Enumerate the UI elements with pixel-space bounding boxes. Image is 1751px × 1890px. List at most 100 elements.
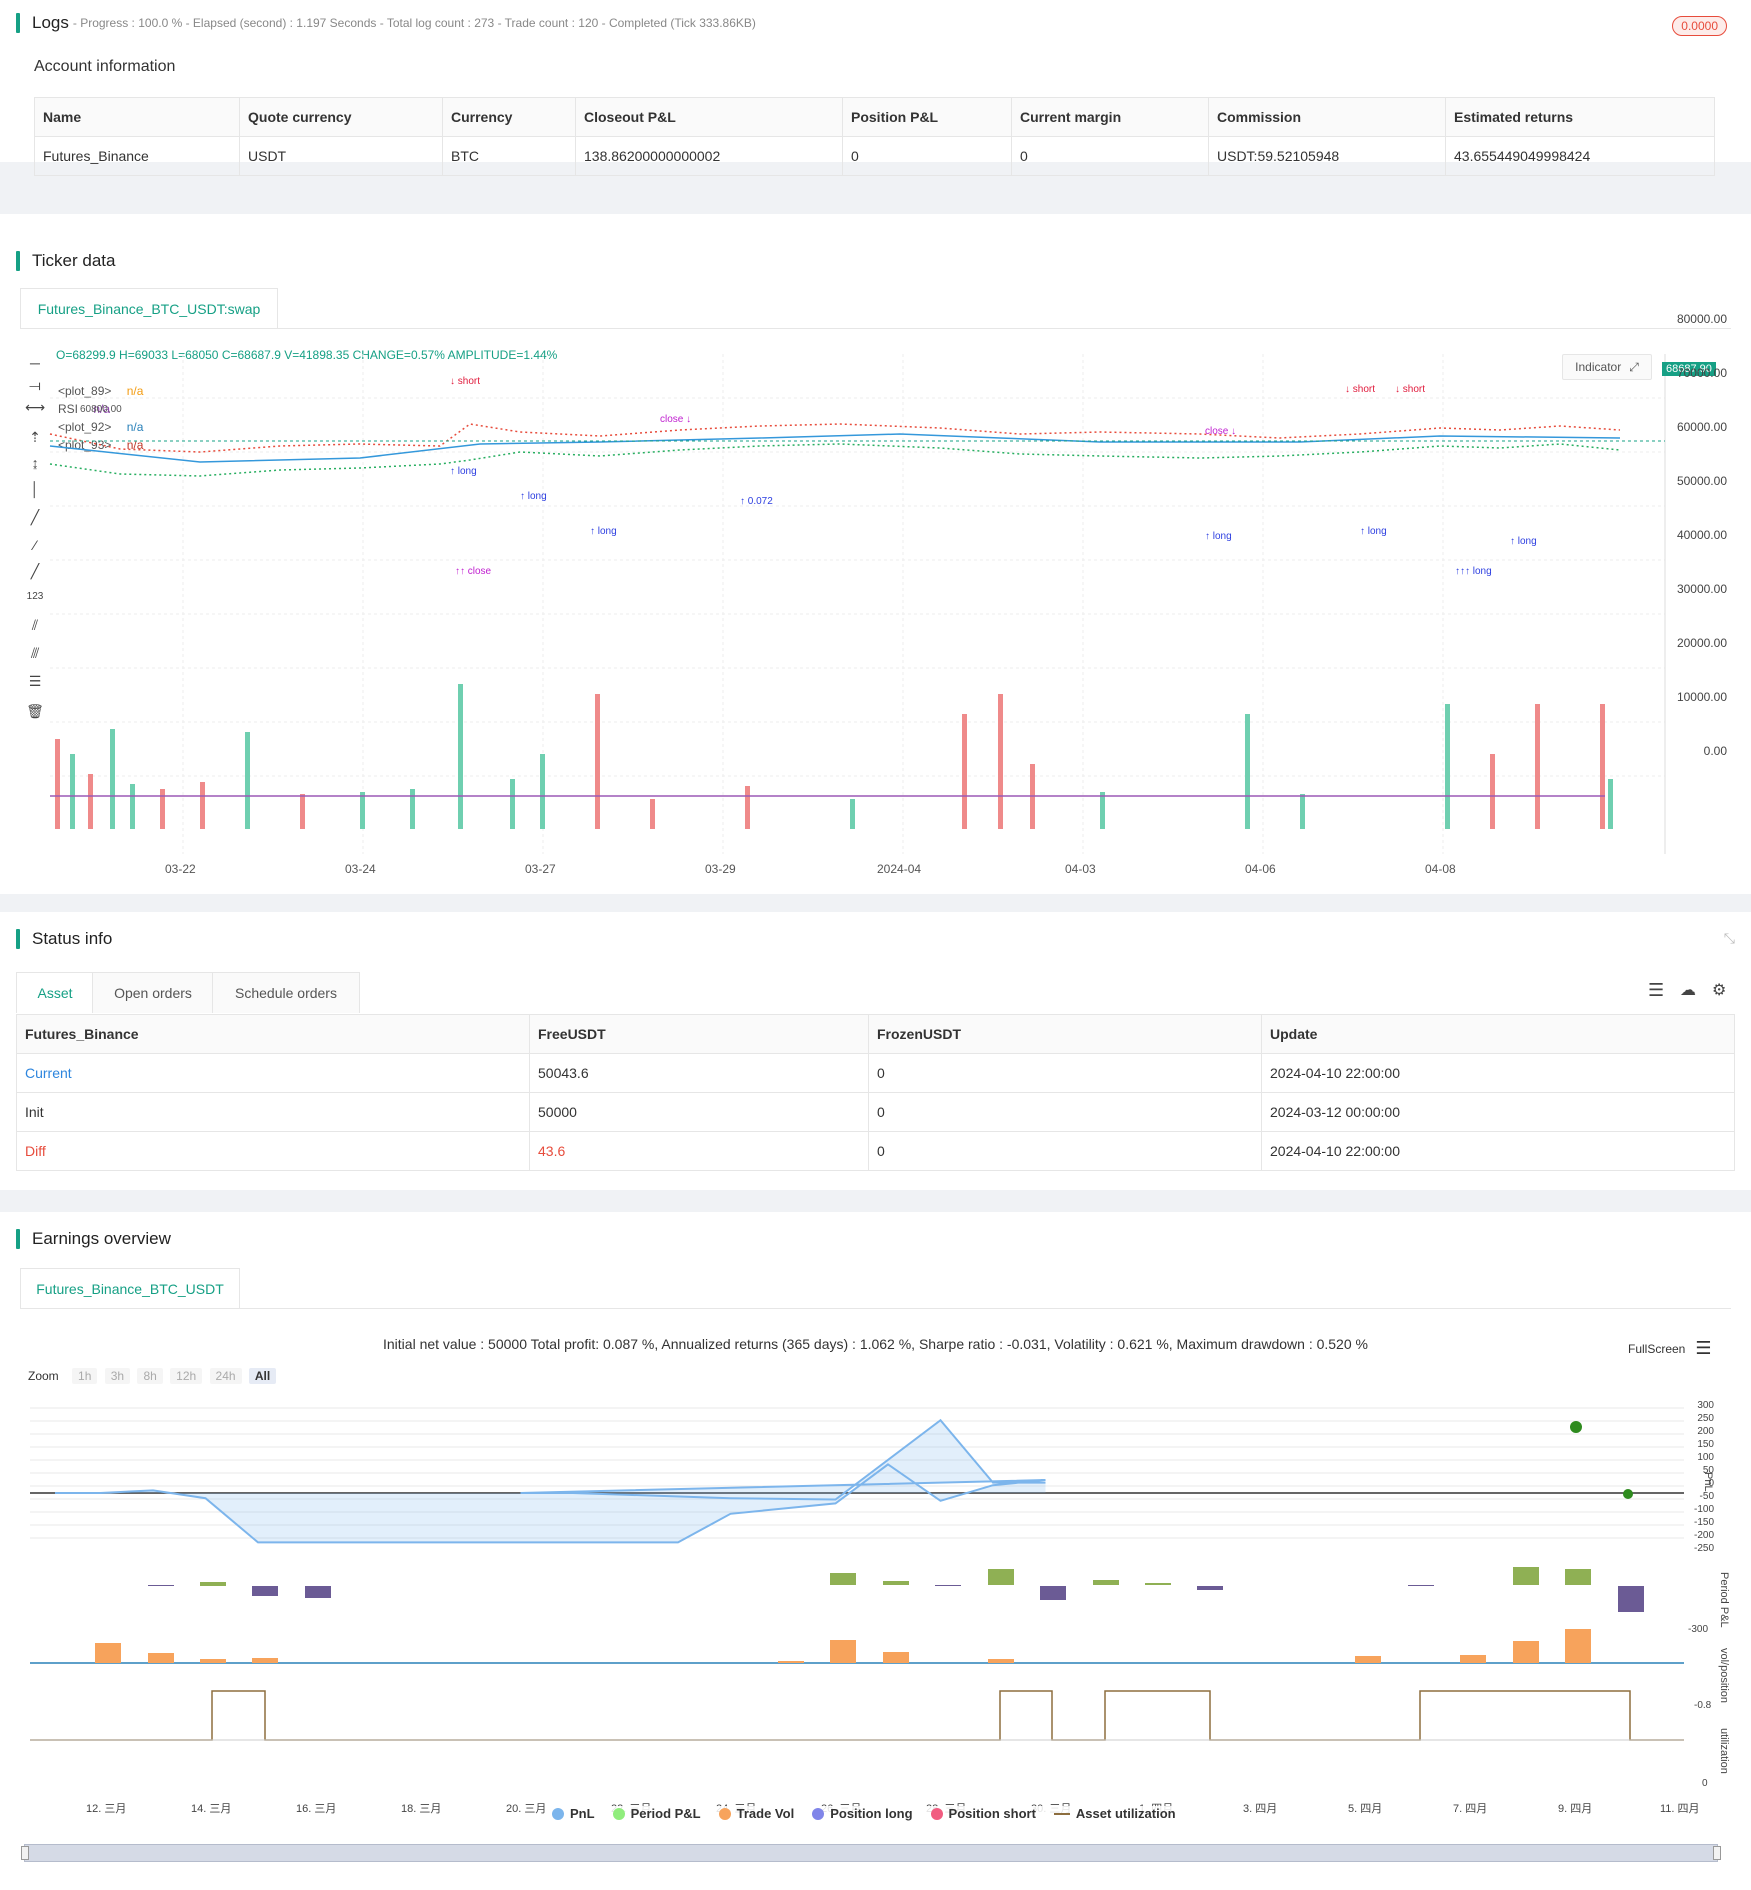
svg-text:close ↓: close ↓ bbox=[1205, 426, 1236, 437]
legend-item-trade-vol[interactable]: Trade Vol bbox=[718, 1806, 795, 1821]
section-accent-bar bbox=[16, 13, 20, 33]
time-tick: 16. 三月 bbox=[296, 1803, 337, 1815]
account-cell: Futures_Binance bbox=[34, 136, 240, 176]
price-axis-tick: 50000.00 bbox=[1676, 474, 1727, 488]
svg-text:↑ long: ↑ long bbox=[1205, 531, 1232, 542]
zoom-8h-button[interactable]: 8h bbox=[137, 1368, 163, 1384]
tab-open-orders[interactable]: Open orders bbox=[92, 972, 214, 1013]
asset-cell: 0 bbox=[868, 1131, 1262, 1171]
pnl-tick: -50 bbox=[1699, 1491, 1714, 1502]
account-col-closeout: Closeout P&L bbox=[575, 97, 843, 137]
cloud-download-icon[interactable]: ☁ bbox=[1680, 980, 1696, 1000]
account-col-commission: Commission bbox=[1208, 97, 1446, 137]
time-axis-tick: 03-27 bbox=[525, 862, 556, 876]
legend-line bbox=[1053, 1812, 1070, 1815]
section-accent-bar bbox=[16, 251, 20, 271]
moving-average-line bbox=[49, 433, 1621, 463]
asset-row-label-diff: Diff bbox=[16, 1131, 530, 1171]
legend-label: Asset utilization bbox=[1075, 1806, 1176, 1821]
price-axis-tick: 80000.00 bbox=[1676, 312, 1727, 326]
list-view-icon[interactable]: ☰ bbox=[1648, 980, 1664, 1001]
legend-dot bbox=[812, 1807, 825, 1820]
legend-item-position-short[interactable]: Position short bbox=[930, 1806, 1036, 1821]
svg-text:↑ long: ↑ long bbox=[1510, 536, 1537, 547]
asset-cell: 50043.6 bbox=[529, 1053, 869, 1093]
collapse-icon[interactable]: ⤡ bbox=[1724, 930, 1735, 947]
tab-earnings-symbol[interactable]: Futures_Binance_BTC_USDT bbox=[20, 1268, 240, 1309]
settings-gear-icon[interactable]: ⚙ bbox=[1712, 980, 1726, 1000]
time-tick: 9. 四月 bbox=[1558, 1803, 1593, 1815]
svg-text:↑ long: ↑ long bbox=[450, 466, 477, 477]
tab-schedule-orders[interactable]: Schedule orders bbox=[212, 972, 360, 1013]
asset-header-row: Futures_Binance FreeUSDT FrozenUSDT Upda… bbox=[16, 1014, 1735, 1054]
pnl-tick: -250 bbox=[1693, 1543, 1714, 1554]
navigator-right-handle[interactable] bbox=[1713, 1846, 1721, 1860]
time-axis-tick: 04-06 bbox=[1245, 862, 1276, 876]
time-tick: 20. 三月 bbox=[506, 1803, 547, 1815]
tab-ticker-swap[interactable]: Futures_Binance_BTC_USDT:swap bbox=[20, 288, 278, 329]
zoom-all-button[interactable]: All bbox=[248, 1368, 277, 1384]
pnl-tick: 150 bbox=[1697, 1439, 1714, 1450]
fullscreen-label: FullScreen bbox=[1628, 1341, 1686, 1356]
svg-text:↓ short: ↓ short bbox=[450, 376, 480, 387]
asset-col-exchange: Futures_Binance bbox=[16, 1014, 530, 1054]
zoom-3h-button[interactable]: 3h bbox=[104, 1368, 131, 1384]
candlestick-chart[interactable]: ↑ long↑ long ↑ long↑ 0.072 ↑ long ↑ long … bbox=[0, 334, 1751, 894]
time-axis-tick: 03-29 bbox=[705, 862, 736, 876]
svg-text:↓ short: ↓ short bbox=[1395, 384, 1425, 395]
legend-label: Position long bbox=[830, 1806, 913, 1821]
account-cell: 43.655449049998424 bbox=[1445, 136, 1715, 176]
account-col-position: Position P&L bbox=[842, 97, 1012, 137]
legend-label: Position short bbox=[948, 1806, 1036, 1821]
time-axis: 03-22 03-24 03-27 03-29 2024-04 04-03 04… bbox=[0, 862, 1751, 878]
logs-title: Logs bbox=[32, 13, 69, 32]
svg-text:↑ 0.072: ↑ 0.072 bbox=[740, 496, 773, 507]
legend-item-pnl[interactable]: PnL bbox=[552, 1806, 595, 1821]
time-axis-tick: 03-22 bbox=[165, 862, 196, 876]
zoom-24h-button[interactable]: 24h bbox=[209, 1368, 242, 1384]
logs-progress: - Progress : 100.0 % - Elapsed (second) … bbox=[72, 16, 756, 30]
legend-label: Trade Vol bbox=[736, 1806, 795, 1821]
price-axis-tick: 40000.00 bbox=[1676, 528, 1727, 542]
asset-cell: 0 bbox=[868, 1092, 1262, 1132]
low-price-label: 60800.00 bbox=[80, 404, 122, 415]
pnl-series-layer bbox=[55, 1418, 1046, 1544]
account-col-returns: Estimated returns bbox=[1445, 97, 1715, 137]
account-cell: 0 bbox=[842, 136, 1012, 176]
tab-divider bbox=[20, 328, 1731, 329]
trade-signal-markers: ↑ long↑ long ↑ long↑ 0.072 ↑ long ↑ long … bbox=[450, 376, 1537, 577]
time-tick: 11. 四月 bbox=[1660, 1803, 1700, 1815]
pnl-tick: -200 bbox=[1693, 1530, 1714, 1541]
asset-col-update: Update bbox=[1261, 1014, 1735, 1054]
svg-text:↑↑ close: ↑↑ close bbox=[455, 566, 492, 577]
pnl-chart[interactable] bbox=[0, 1398, 1751, 1858]
pnl-area bbox=[55, 1420, 1046, 1543]
axis-title-vol: vol/position bbox=[1718, 1648, 1730, 1704]
navigator-left-handle[interactable] bbox=[21, 1846, 29, 1860]
navigator-scrollbar[interactable] bbox=[21, 1844, 1721, 1862]
trade-vol-bars bbox=[95, 1629, 1591, 1663]
legend-item-period-pnl[interactable]: Period P&L bbox=[612, 1806, 701, 1821]
svg-text:↑ long: ↑ long bbox=[1360, 526, 1387, 537]
axis-title-util: utilization bbox=[1718, 1728, 1730, 1774]
zoom-12h-button[interactable]: 12h bbox=[170, 1368, 203, 1384]
zoom-1h-button[interactable]: 1h bbox=[72, 1368, 98, 1384]
legend-dot bbox=[552, 1807, 564, 1820]
ticker-title: Ticker data bbox=[32, 251, 116, 270]
asset-cell-diff: 43.6 bbox=[529, 1131, 869, 1171]
tab-asset[interactable]: Asset bbox=[16, 972, 94, 1013]
asset-col-frozen: FrozenUSDT bbox=[868, 1014, 1262, 1054]
legend-item-asset-utilization[interactable]: Asset utilization bbox=[1053, 1806, 1176, 1821]
earnings-header: Earnings overview bbox=[16, 1228, 171, 1250]
util-tick: 0 bbox=[1702, 1778, 1708, 1789]
earnings-panel: Earnings overview Futures_Binance_BTC_US… bbox=[0, 1212, 1751, 1890]
logs-badge[interactable]: 0.0000 bbox=[1672, 16, 1727, 36]
pnl-tick: 300 bbox=[1697, 1400, 1714, 1411]
asset-row-label-init: Init bbox=[16, 1092, 530, 1132]
svg-text:↑ long: ↑ long bbox=[520, 491, 547, 502]
legend-item-position-long[interactable]: Position long bbox=[812, 1806, 913, 1821]
price-axis-tick: 30000.00 bbox=[1676, 582, 1727, 596]
account-cell: USDT:59.52105948 bbox=[1208, 136, 1446, 176]
fullscreen-button[interactable]: FullScreen ☰ bbox=[1628, 1338, 1712, 1359]
time-tick: 3. 四月 bbox=[1243, 1803, 1278, 1815]
